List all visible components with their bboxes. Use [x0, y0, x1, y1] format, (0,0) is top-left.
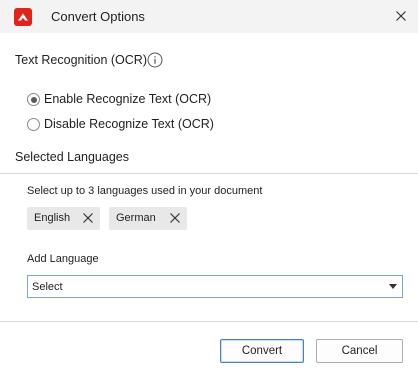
- language-chip-label: English: [34, 212, 71, 224]
- radio-button-unchecked[interactable]: [27, 118, 40, 131]
- close-icon[interactable]: [82, 212, 94, 224]
- title-bar: Convert Options: [0, 0, 418, 33]
- close-button[interactable]: [392, 7, 410, 25]
- select-value: Select: [32, 281, 63, 293]
- language-chip-label: German: [116, 212, 156, 224]
- languages-hint: Select up to 3 languages used in your do…: [27, 185, 263, 197]
- add-language-label: Add Language: [27, 253, 99, 265]
- add-language-select[interactable]: Select: [27, 275, 403, 298]
- convert-button[interactable]: Convert: [220, 339, 304, 363]
- enable-ocr-label: Enable Recognize Text (OCR): [44, 92, 212, 106]
- window-title: Convert Options: [51, 9, 145, 24]
- languages-section-label: Selected Languages: [15, 150, 129, 164]
- section-divider: [0, 173, 418, 174]
- caret-down-icon: [389, 284, 397, 289]
- footer-divider: [0, 321, 418, 322]
- language-chip-english: English: [27, 207, 100, 230]
- language-chip-german: German: [109, 207, 187, 230]
- app-logo-icon: [14, 8, 32, 26]
- radio-button-checked[interactable]: [27, 93, 40, 106]
- close-icon: [396, 11, 406, 21]
- close-icon[interactable]: [169, 212, 181, 224]
- ocr-section-label: Text Recognition (OCR): [15, 53, 147, 67]
- disable-ocr-label: Disable Recognize Text (OCR): [44, 117, 214, 131]
- cancel-button[interactable]: Cancel: [316, 339, 403, 363]
- info-icon[interactable]: [147, 52, 163, 68]
